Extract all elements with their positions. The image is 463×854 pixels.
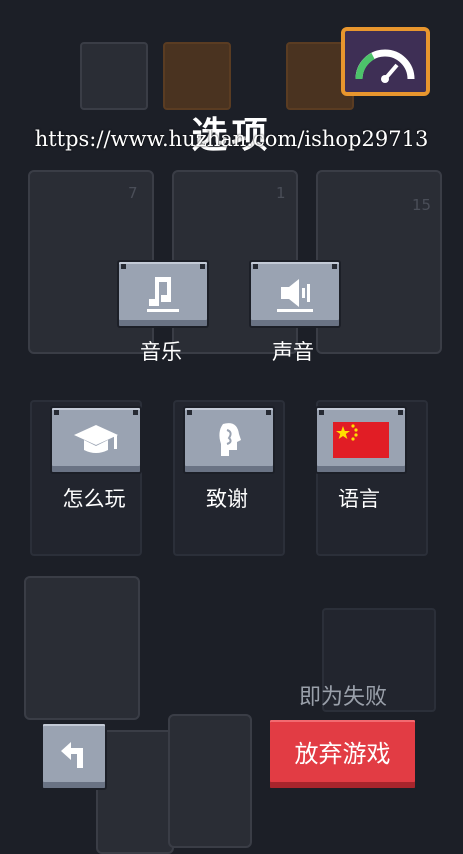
music-note-icon [147,277,179,312]
credits-label: 致谢 [206,487,248,511]
head-profile-icon [219,423,241,456]
language-button[interactable] [315,406,407,474]
credits-button[interactable] [183,406,275,474]
bg-stats-tile [80,42,148,110]
music-button[interactable] [117,260,209,328]
speed-button[interactable] [341,27,430,96]
lose-warning-text: 即为失败 [298,685,387,710]
sound-button[interactable] [249,260,341,328]
bg-card-1-value: 7 [128,184,138,202]
speedometer-icon [355,49,415,83]
how-to-play-button[interactable] [50,406,142,474]
bg-hand-card-1 [96,730,174,854]
bg-card-2-value: 1 [276,184,286,202]
graduation-cap-icon [74,425,118,453]
how-to-play-label: 怎么玩 [62,487,126,511]
bg-card-3-value: 15 [412,196,432,214]
watermark-text: https://www.huzhan.com/ishop29713 [34,127,429,151]
abandon-game-button[interactable]: 放弃游戏 [268,718,417,790]
china-flag-icon [333,422,389,458]
sound-label: 声音 [272,340,314,364]
music-label: 音乐 [140,340,182,364]
bg-deck-card [24,576,140,720]
bg-hand-card-2 [168,714,252,848]
language-label: 语言 [338,487,380,511]
back-button[interactable] [41,722,107,790]
bg-shuffle-tile [163,42,231,110]
speaker-icon [277,279,313,312]
back-arrow-icon [61,742,83,768]
